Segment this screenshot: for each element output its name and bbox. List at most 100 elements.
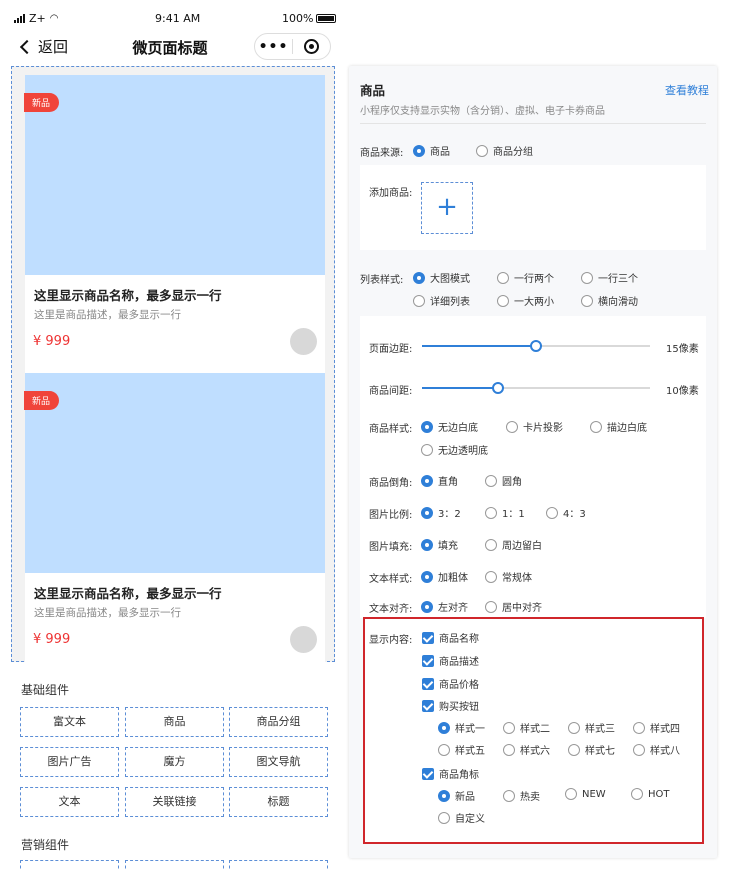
radio-icon bbox=[421, 600, 433, 613]
text-style-bold[interactable]: 加粗体 bbox=[421, 569, 468, 584]
comp-marketing[interactable] bbox=[125, 860, 224, 869]
source-radio-group[interactable]: 商品分组 bbox=[476, 143, 533, 158]
comp-image-ad[interactable]: 图片广告 bbox=[20, 747, 119, 777]
ratio-1-1[interactable]: 1：1 bbox=[485, 505, 525, 520]
ratio-3-2[interactable]: 3：2 bbox=[421, 505, 461, 520]
radio-label: 详细列表 bbox=[430, 297, 470, 308]
basic-components-title: 基础组件 bbox=[21, 683, 70, 697]
item-style-card[interactable]: 卡片投影 bbox=[506, 419, 563, 434]
source-label: 商品来源: bbox=[360, 148, 404, 159]
item-style-label: 商品样式: bbox=[369, 424, 413, 435]
highlight-frame bbox=[363, 617, 704, 844]
page-margin-label: 页面边距: bbox=[369, 344, 413, 355]
comp-cube[interactable]: 魔方 bbox=[125, 747, 224, 777]
item-style-transparent[interactable]: 无边透明底 bbox=[421, 442, 488, 457]
radio-icon bbox=[485, 600, 497, 613]
radio-label: 卡片投影 bbox=[523, 423, 563, 434]
new-badge: 新品 bbox=[24, 391, 60, 410]
status-right: 100% bbox=[282, 12, 337, 25]
close-button[interactable] bbox=[293, 34, 330, 59]
list-style-three[interactable]: 一行三个 bbox=[581, 270, 638, 285]
carrier-label: Z+ bbox=[29, 12, 46, 25]
text-align-center[interactable]: 居中对齐 bbox=[485, 599, 542, 614]
item-spacing-label: 商品间距: bbox=[369, 386, 413, 397]
list-style-horizontal[interactable]: 横向滑动 bbox=[581, 293, 638, 308]
marketing-components-title: 营销组件 bbox=[21, 838, 70, 852]
radio-label: 商品 bbox=[430, 147, 450, 158]
item-spacing-value: 10像素 bbox=[666, 386, 699, 397]
comp-rich-text[interactable]: 富文本 bbox=[20, 707, 119, 737]
radio-label: 商品分组 bbox=[493, 147, 533, 158]
corner-square[interactable]: 直角 bbox=[421, 473, 458, 488]
list-style-detail[interactable]: 详细列表 bbox=[413, 293, 470, 308]
page-margin-handle[interactable] bbox=[530, 340, 542, 352]
status-left: Z+ ◠ bbox=[14, 12, 59, 25]
radio-label: 无边透明底 bbox=[438, 446, 488, 457]
text-style-label: 文本样式: bbox=[369, 574, 413, 585]
page-margin-value: 15像素 bbox=[666, 344, 699, 355]
more-button[interactable]: ••• bbox=[255, 34, 292, 59]
radio-icon bbox=[546, 506, 558, 519]
radio-icon bbox=[421, 474, 433, 487]
tutorial-link[interactable]: 查看教程 bbox=[665, 82, 709, 98]
buy-button[interactable] bbox=[290, 328, 317, 355]
comp-image-nav[interactable]: 图文导航 bbox=[229, 747, 328, 777]
radio-label: 常规体 bbox=[502, 573, 532, 584]
radio-icon bbox=[421, 443, 433, 456]
list-style-two[interactable]: 一行两个 bbox=[497, 270, 554, 285]
text-align-left[interactable]: 左对齐 bbox=[421, 599, 468, 614]
comp-heading[interactable]: 标题 bbox=[229, 787, 328, 817]
item-spacing-handle[interactable] bbox=[492, 382, 504, 394]
battery-label: 100% bbox=[282, 12, 314, 25]
radio-label: 圆角 bbox=[502, 477, 522, 488]
radio-icon bbox=[506, 420, 518, 433]
corner-round[interactable]: 圆角 bbox=[485, 473, 522, 488]
radio-label: 4：3 bbox=[563, 509, 586, 520]
radio-label: 直角 bbox=[438, 477, 458, 488]
comp-marketing[interactable] bbox=[20, 860, 119, 869]
goods-component-preview[interactable]: 新品 这里显示商品名称，最多显示一行 这里是商品描述，最多显示一行 ¥ 999 … bbox=[11, 66, 335, 863]
radio-icon bbox=[581, 271, 593, 284]
radio-icon bbox=[485, 538, 497, 551]
radio-label: 周边留白 bbox=[502, 541, 542, 552]
goods-desc: 这里是商品描述，最多显示一行 bbox=[34, 607, 181, 619]
fill-padding[interactable]: 周边留白 bbox=[485, 537, 542, 552]
new-badge: 新品 bbox=[24, 93, 60, 112]
radio-icon bbox=[590, 420, 602, 433]
comp-marketing[interactable] bbox=[229, 860, 328, 869]
target-icon bbox=[304, 39, 319, 54]
item-style-border[interactable]: 描边白底 bbox=[590, 419, 647, 434]
comp-goods-group[interactable]: 商品分组 bbox=[229, 707, 328, 737]
item-style-plain[interactable]: 无边白底 bbox=[421, 419, 478, 434]
ratio-4-3[interactable]: 4：3 bbox=[546, 505, 586, 520]
radio-icon bbox=[413, 144, 425, 157]
comp-text[interactable]: 文本 bbox=[20, 787, 119, 817]
comp-link[interactable]: 关联链接 bbox=[125, 787, 224, 817]
list-style-large[interactable]: 大图模式 bbox=[413, 270, 470, 285]
list-style-one-big-two-small[interactable]: 一大两小 bbox=[497, 293, 554, 308]
item-spacing-fill bbox=[422, 387, 498, 389]
radio-icon bbox=[485, 474, 497, 487]
fill-label: 图片填充: bbox=[369, 542, 413, 553]
goods-image: 新品 bbox=[24, 75, 325, 275]
radio-icon bbox=[421, 538, 433, 551]
goods-title: 这里显示商品名称，最多显示一行 bbox=[34, 586, 222, 601]
radio-label: 3：2 bbox=[438, 509, 461, 520]
goods-image: 新品 bbox=[24, 373, 325, 573]
add-goods-label: 添加商品: bbox=[369, 188, 413, 199]
comp-goods[interactable]: 商品 bbox=[125, 707, 224, 737]
radio-label: 左对齐 bbox=[438, 603, 468, 614]
panel-title: 商品 bbox=[360, 83, 386, 98]
radio-label: 一行两个 bbox=[514, 274, 554, 285]
divider bbox=[360, 123, 706, 124]
text-style-regular[interactable]: 常规体 bbox=[485, 569, 532, 584]
source-radio-goods[interactable]: 商品 bbox=[413, 143, 450, 158]
fill-cover[interactable]: 填充 bbox=[421, 537, 458, 552]
text-align-label: 文本对齐: bbox=[369, 604, 413, 615]
list-style-label: 列表样式: bbox=[360, 275, 404, 286]
phone-preview: Z+ ◠ 9:41 AM 100% 返回 微页面标题 ••• 新品 这里显示商品… bbox=[0, 0, 340, 869]
add-goods-button[interactable]: + bbox=[421, 182, 473, 234]
mini-program-capsule: ••• bbox=[254, 33, 331, 60]
buy-button[interactable] bbox=[290, 626, 317, 653]
radio-icon bbox=[497, 271, 509, 284]
